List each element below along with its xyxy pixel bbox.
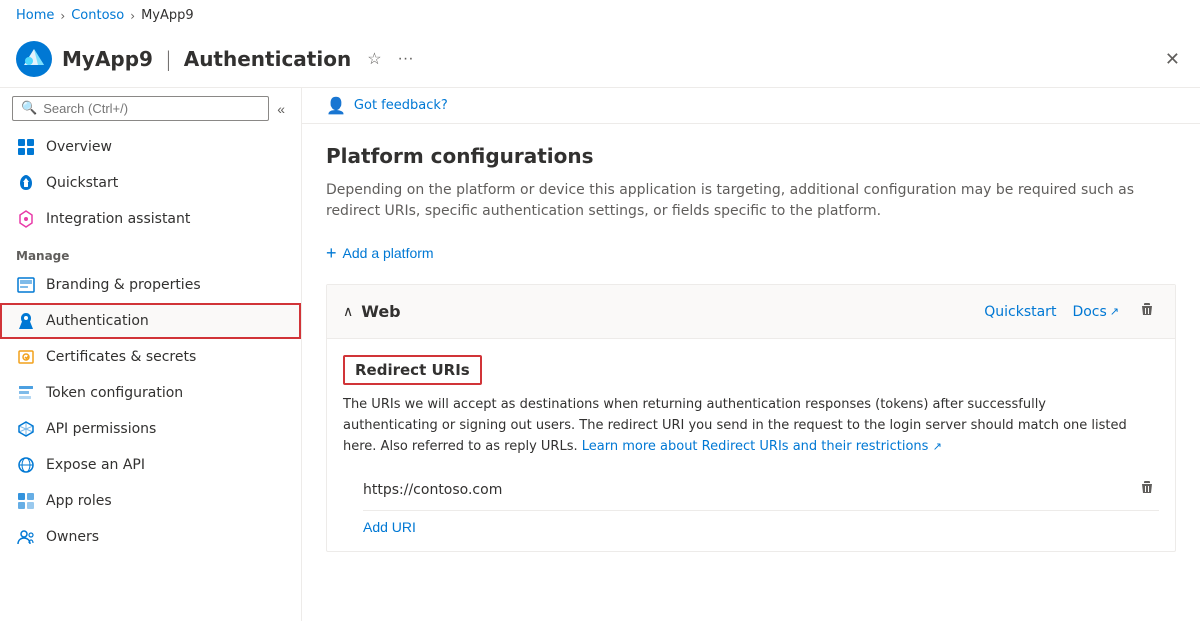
- sidebar-item-app-roles-label: App roles: [46, 493, 112, 509]
- search-container: 🔍 «: [0, 88, 301, 129]
- token-icon: [16, 383, 36, 403]
- sidebar-item-api-permissions-label: API permissions: [46, 421, 156, 437]
- sidebar-item-certificates-label: Certificates & secrets: [46, 349, 196, 365]
- uri-value: https://contoso.com: [363, 482, 1135, 498]
- sidebar: 🔍 « Overview: [0, 88, 302, 621]
- add-uri-label: Add URI: [363, 519, 416, 535]
- web-delete-button[interactable]: [1135, 297, 1159, 326]
- web-section-title: Web: [361, 302, 984, 321]
- search-input[interactable]: [43, 101, 260, 116]
- sidebar-item-expose-api[interactable]: Expose an API: [0, 447, 301, 483]
- collapse-button[interactable]: «: [273, 97, 289, 121]
- sidebar-item-authentication-label: Authentication: [46, 313, 149, 329]
- close-button[interactable]: ✕: [1161, 45, 1184, 74]
- sidebar-item-integration-label: Integration assistant: [46, 211, 190, 227]
- search-box: 🔍: [12, 96, 269, 121]
- expose-api-icon: [16, 455, 36, 475]
- overview-icon: [16, 137, 36, 157]
- breadcrumb: Home › Contoso › MyApp9: [0, 0, 1200, 31]
- web-section-actions: Quickstart Docs ↗: [984, 297, 1159, 326]
- sidebar-item-token[interactable]: Token configuration: [0, 375, 301, 411]
- web-docs-link[interactable]: Docs ↗: [1072, 304, 1119, 320]
- add-platform-label: Add a platform: [343, 245, 434, 261]
- quickstart-icon: [16, 173, 36, 193]
- sidebar-item-authentication[interactable]: Authentication: [0, 303, 301, 339]
- feedback-link[interactable]: Got feedback?: [354, 98, 448, 113]
- content-body: Platform configurations Depending on the…: [302, 124, 1200, 572]
- breadcrumb-sep-2: ›: [130, 9, 135, 23]
- sidebar-item-overview[interactable]: Overview: [0, 129, 301, 165]
- branding-icon: [16, 275, 36, 295]
- feedback-bar: 👤 Got feedback?: [302, 88, 1200, 124]
- redirect-uris-title: Redirect URIs: [343, 355, 482, 385]
- header-actions: ☆ ···: [363, 45, 417, 73]
- uri-row: https://contoso.com: [363, 469, 1159, 511]
- app-roles-icon: [16, 491, 36, 511]
- breadcrumb-current: MyApp9: [141, 8, 194, 23]
- integration-icon: [16, 209, 36, 229]
- web-toggle-icon[interactable]: ∧: [343, 304, 353, 320]
- pin-button[interactable]: ☆: [363, 45, 385, 73]
- sidebar-item-overview-label: Overview: [46, 139, 112, 155]
- add-platform-button[interactable]: + Add a platform: [326, 238, 434, 268]
- sidebar-item-expose-api-label: Expose an API: [46, 457, 145, 473]
- certificates-icon: [16, 347, 36, 367]
- add-uri-button[interactable]: Add URI: [343, 511, 416, 535]
- breadcrumb-home[interactable]: Home: [16, 8, 54, 23]
- web-quickstart-link[interactable]: Quickstart: [984, 304, 1056, 320]
- app-logo: [16, 41, 52, 77]
- uri-delete-button[interactable]: [1135, 475, 1159, 504]
- sidebar-item-token-label: Token configuration: [46, 385, 183, 401]
- owners-icon: [16, 527, 36, 547]
- sidebar-item-quickstart[interactable]: Quickstart: [0, 165, 301, 201]
- learn-more-link[interactable]: Learn more about Redirect URIs and their…: [582, 439, 942, 454]
- platform-configurations-title: Platform configurations: [326, 144, 1176, 168]
- page-header: MyApp9 | Authentication ☆ ··· ✕: [0, 31, 1200, 88]
- sidebar-item-integration[interactable]: Integration assistant: [0, 201, 301, 237]
- content-area: 👤 Got feedback? Platform configurations …: [302, 88, 1200, 621]
- redirect-description: The URIs we will accept as destinations …: [343, 395, 1143, 457]
- sidebar-item-certificates[interactable]: Certificates & secrets: [0, 339, 301, 375]
- web-section-body: Redirect URIs The URIs we will accept as…: [327, 339, 1175, 551]
- external-link-icon: ↗: [1110, 305, 1119, 318]
- web-section: ∧ Web Quickstart Docs ↗: [326, 284, 1176, 552]
- page-title: MyApp9 | Authentication: [62, 47, 351, 71]
- authentication-icon: [16, 311, 36, 331]
- platform-description: Depending on the platform or device this…: [326, 180, 1146, 222]
- manage-section-label: Manage: [0, 237, 301, 267]
- sidebar-item-branding[interactable]: Branding & properties: [0, 267, 301, 303]
- sidebar-item-api-permissions[interactable]: API permissions: [0, 411, 301, 447]
- sidebar-item-branding-label: Branding & properties: [46, 277, 201, 293]
- add-platform-plus-icon: +: [326, 244, 337, 262]
- search-icon: 🔍: [21, 101, 37, 116]
- feedback-icon: 👤: [326, 96, 346, 115]
- title-separator: |: [165, 47, 172, 71]
- sidebar-item-quickstart-label: Quickstart: [46, 175, 118, 191]
- external-link-2-icon: ↗: [933, 440, 942, 453]
- sidebar-item-owners[interactable]: Owners: [0, 519, 301, 555]
- api-permissions-icon: [16, 419, 36, 439]
- sidebar-item-owners-label: Owners: [46, 529, 99, 545]
- more-options-button[interactable]: ···: [394, 46, 418, 72]
- sidebar-item-app-roles[interactable]: App roles: [0, 483, 301, 519]
- breadcrumb-contoso[interactable]: Contoso: [71, 8, 124, 23]
- breadcrumb-sep-1: ›: [60, 9, 65, 23]
- web-section-header: ∧ Web Quickstart Docs ↗: [327, 285, 1175, 339]
